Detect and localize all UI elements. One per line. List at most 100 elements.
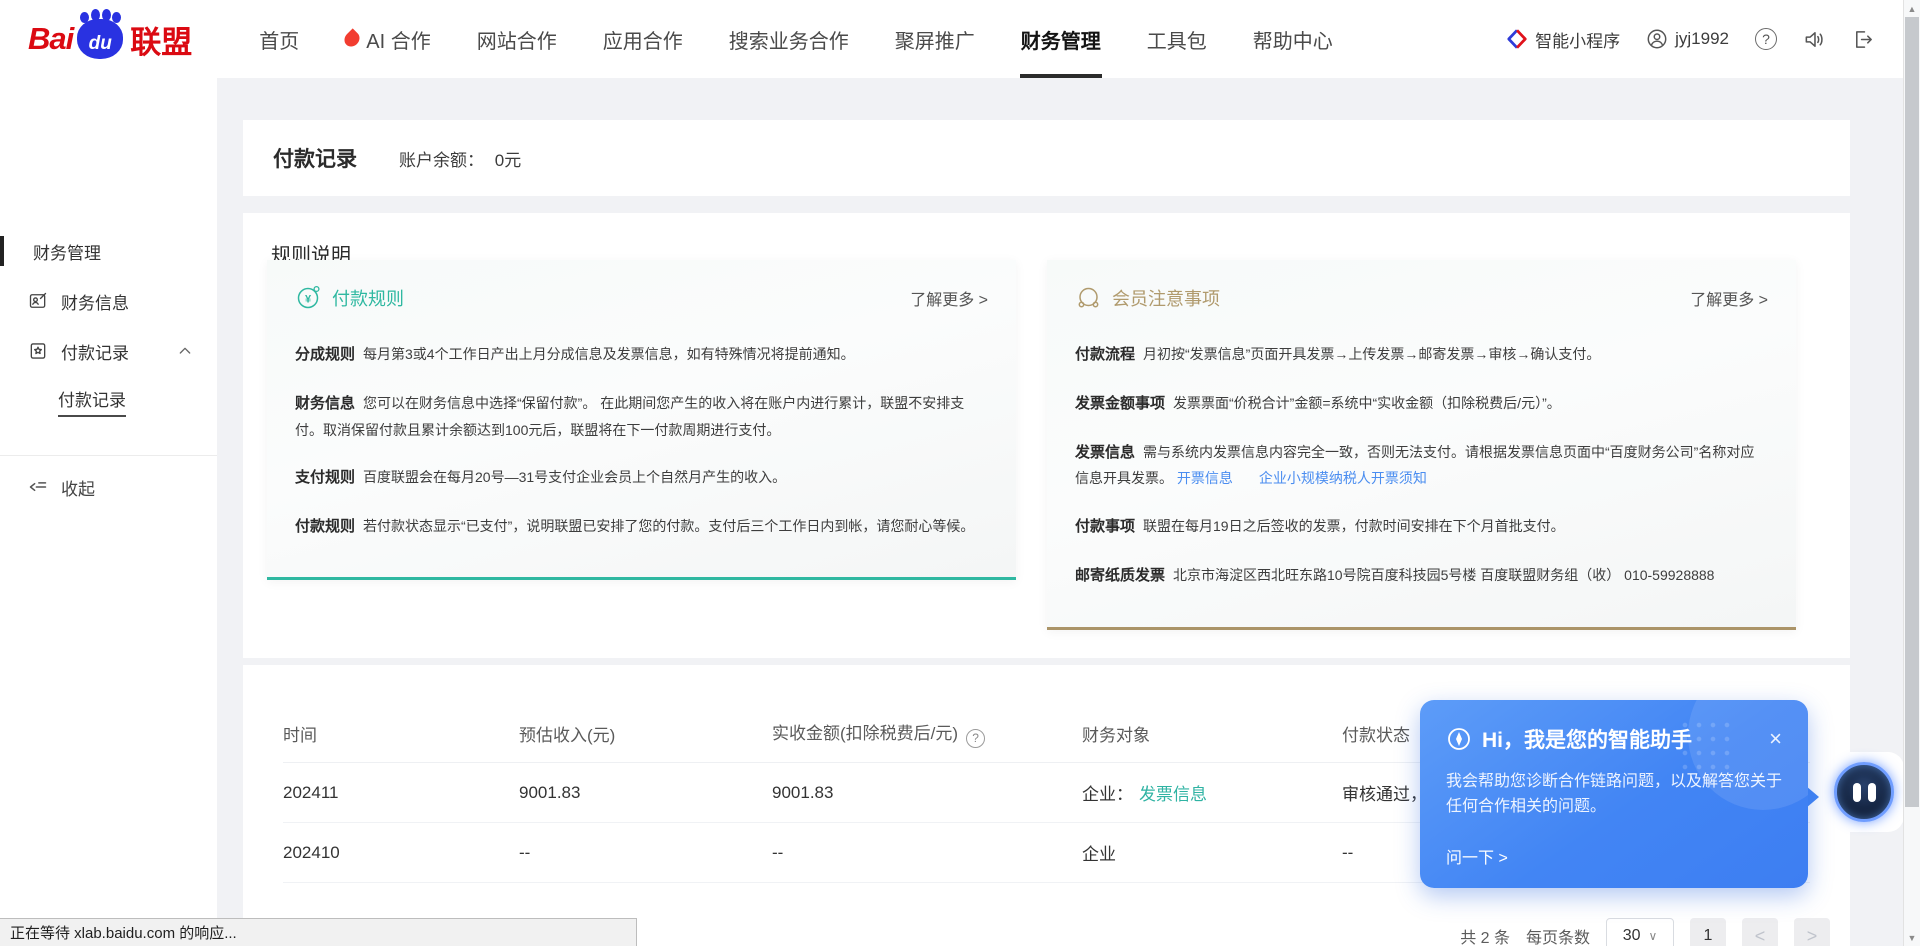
- sidebar-section-finance-management[interactable]: 财务管理: [0, 232, 217, 270]
- col-estimated-income: 预估收入(元): [519, 721, 772, 746]
- rule-label: 邮寄纸质发票: [1075, 567, 1165, 584]
- per-page-label: 每页条数: [1526, 924, 1590, 946]
- rule-label: 财务信息: [295, 395, 355, 412]
- main-nav: 首页 AI 合作 网站合作 应用合作 搜索业务合作 聚屏推广 财务管理 工具包 …: [236, 0, 1355, 78]
- miniprogram-diamond-icon: [1506, 28, 1528, 50]
- question-mark-icon[interactable]: ?: [966, 729, 985, 748]
- balance-label: 账户余额：: [399, 151, 484, 170]
- sidebar-item-finance-info[interactable]: 财务信息: [0, 282, 217, 320]
- rules-card: 规则说明 ¥ 付款规则 了解更多 > 分成规则每月第3或4个工作日产出上月分成信…: [243, 213, 1850, 658]
- miniprogram-label: 智能小程序: [1535, 27, 1620, 52]
- logout-icon[interactable]: [1852, 28, 1875, 51]
- rule-text: 百度联盟会在每月20号—31号支付企业会员上个自然月产生的收入。: [363, 469, 786, 485]
- nav-screen-promotion[interactable]: 聚屏推广: [872, 0, 998, 78]
- note-item-payment-flow: 付款流程月初按“发票信息”页面开具发票→上传发票→邮寄发票→审核→确认支付。: [1075, 341, 1768, 369]
- nav-search-business[interactable]: 搜索业务合作: [706, 0, 872, 78]
- miniprogram-entry[interactable]: 智能小程序: [1506, 27, 1620, 52]
- payment-rules-icon: ¥: [295, 284, 322, 311]
- nav-website-cooperation[interactable]: 网站合作: [454, 0, 580, 78]
- col-time: 时间: [283, 721, 519, 746]
- baidu-paw-icon: du: [77, 19, 123, 59]
- scrollbar-thumb[interactable]: [1905, 17, 1919, 807]
- chevron-up-icon[interactable]: [177, 343, 193, 359]
- per-page-select[interactable]: 30 ∨: [1606, 918, 1674, 946]
- compass-icon: [1446, 726, 1472, 752]
- cell-actual: --: [772, 843, 1082, 863]
- sidebar-item-payment-records[interactable]: 付款记录: [0, 332, 217, 370]
- select-chevron-icon: ∨: [1649, 929, 1658, 943]
- cell-estimated: --: [519, 843, 772, 863]
- payment-rules-title: 付款规则: [332, 285, 404, 311]
- pagination-bar: 共 2 条 每页条数 30 ∨ 1 < >: [1460, 918, 1830, 946]
- member-notes-panel: 会员注意事项 了解更多 > 付款流程月初按“发票信息”页面开具发票→上传发票→邮…: [1047, 260, 1796, 630]
- prev-page-button[interactable]: <: [1742, 918, 1778, 946]
- top-navigation-bar: Bai du 联盟 首页 AI 合作 网站合作 应用合作 搜索业务合作 聚屏推广…: [0, 0, 1903, 78]
- rule-label: 发票金额事项: [1075, 395, 1165, 412]
- logo-text-bai: Bai: [28, 21, 73, 57]
- sidebar: 财务管理 财务信息 付款记录: [0, 78, 217, 946]
- assistant-title: Hi，我是您的智能助手: [1482, 724, 1692, 754]
- finance-info-icon: [28, 291, 48, 311]
- rule-label: 发票信息: [1075, 444, 1135, 461]
- note-item-invoice-amount: 发票金额事项发票票面“价税合计”金额=系统中“实收金额（扣除税费后/元）”。: [1075, 390, 1768, 418]
- rule-label: 付款规则: [295, 518, 355, 535]
- scroll-down-arrow[interactable]: ▼: [1904, 929, 1920, 946]
- nav-ai-cooperation[interactable]: AI 合作: [322, 0, 453, 78]
- next-page-button[interactable]: >: [1794, 918, 1830, 946]
- note-item-mail-invoice: 邮寄纸质发票北京市海淀区西北旺东路10号院百度科技园5号楼 百度联盟财务组（收）…: [1075, 562, 1768, 590]
- nav-toolkit[interactable]: 工具包: [1124, 0, 1230, 78]
- collapse-icon: [28, 477, 48, 497]
- rule-item-share: 分成规则每月第3或4个工作日产出上月分成信息及发票信息，如有特殊情况将提前通知。: [295, 341, 988, 369]
- invoice-info-link[interactable]: 开票信息: [1177, 470, 1233, 486]
- sidebar-divider: [0, 455, 217, 456]
- cell-target: 企业: [1082, 840, 1342, 865]
- member-notes-icon: [1075, 284, 1102, 311]
- page-title: 付款记录: [273, 143, 357, 173]
- invoice-info-table-link[interactable]: 发票信息: [1139, 785, 1207, 804]
- assistant-popup: Hi，我是您的智能助手 × 我会帮助您诊断合作链路问题，以及解答您关于任何合作相…: [1420, 700, 1808, 888]
- topbar-right-area: 智能小程序 jyj1992 ?: [1506, 27, 1875, 52]
- sidebar-item-label: 财务信息: [61, 289, 129, 314]
- page-header-card: 付款记录 账户余额： 0元: [243, 120, 1850, 196]
- nav-home[interactable]: 首页: [236, 0, 322, 78]
- cell-actual: 9001.83: [772, 783, 1082, 803]
- robot-face-icon: [1834, 762, 1894, 822]
- nav-app-cooperation[interactable]: 应用合作: [580, 0, 706, 78]
- sound-icon[interactable]: [1803, 28, 1826, 51]
- nav-finance-management[interactable]: 财务管理: [998, 0, 1124, 78]
- status-text: 正在等待 xlab.baidu.com 的响应...: [10, 922, 237, 943]
- cell-target-text: 企业: [1082, 845, 1116, 864]
- payment-rules-more-link[interactable]: 了解更多 >: [910, 286, 988, 310]
- rule-text: 联盟在每月19日之后签收的发票，付款时间安排在下个月首批支付。: [1143, 518, 1565, 534]
- vertical-scrollbar[interactable]: ▲ ▼: [1903, 0, 1920, 946]
- rule-item-finance-info: 财务信息您可以在财务信息中选择“保留付款”。 在此期间您产生的收入将在账户内进行…: [295, 390, 988, 444]
- help-icon[interactable]: ?: [1755, 28, 1777, 50]
- user-account[interactable]: jyj1992: [1646, 28, 1729, 50]
- col-actual-amount: 实收金额(扣除税费后/元)?: [772, 719, 1082, 748]
- sidebar-subitem-payment-records[interactable]: 付款记录: [0, 382, 217, 420]
- rule-text: 您可以在财务信息中选择“保留付款”。 在此期间您产生的收入将在账户内进行累计，联…: [295, 395, 964, 438]
- rule-text: 若付款状态显示“已支付”，说明联盟已安排了您的付款。支付后三个工作日内到帐，请您…: [363, 518, 974, 534]
- user-icon: [1646, 28, 1668, 50]
- note-item-payment-matters: 付款事项联盟在每月19日之后签收的发票，付款时间安排在下个月首批支付。: [1075, 513, 1768, 541]
- flame-icon: [342, 28, 363, 49]
- browser-status-bar: 正在等待 xlab.baidu.com 的响应...: [0, 918, 637, 946]
- page: Bai du 联盟 首页 AI 合作 网站合作 应用合作 搜索业务合作 聚屏推广…: [0, 0, 1920, 946]
- ask-button[interactable]: 问一下 >: [1446, 844, 1508, 868]
- baidu-union-logo[interactable]: Bai du 联盟: [28, 17, 192, 62]
- assistant-robot-avatar[interactable]: [1824, 752, 1904, 832]
- cell-time: 202410: [283, 843, 519, 863]
- sidebar-collapse-button[interactable]: 收起: [0, 468, 217, 506]
- scroll-up-arrow[interactable]: ▲: [1904, 0, 1920, 17]
- page-button-1[interactable]: 1: [1690, 918, 1726, 946]
- col-actual-amount-label: 实收金额(扣除税费后/元): [772, 724, 958, 743]
- rule-text: 每月第3或4个工作日产出上月分成信息及发票信息，如有特殊情况将提前通知。: [363, 346, 855, 362]
- rule-item-pay-rule: 支付规则百度联盟会在每月20号—31号支付企业会员上个自然月产生的收入。: [295, 464, 988, 492]
- close-icon[interactable]: ×: [1769, 728, 1782, 750]
- cell-target-text: 企业：: [1082, 785, 1133, 804]
- small-taxpayer-guide-link[interactable]: 企业小规模纳税人开票须知: [1259, 470, 1427, 486]
- nav-help-center[interactable]: 帮助中心: [1230, 0, 1356, 78]
- payment-rules-panel: ¥ 付款规则 了解更多 > 分成规则每月第3或4个工作日产出上月分成信息及发票信…: [267, 260, 1016, 580]
- col-finance-target: 财务对象: [1082, 721, 1342, 746]
- member-notes-more-link[interactable]: 了解更多 >: [1690, 286, 1768, 310]
